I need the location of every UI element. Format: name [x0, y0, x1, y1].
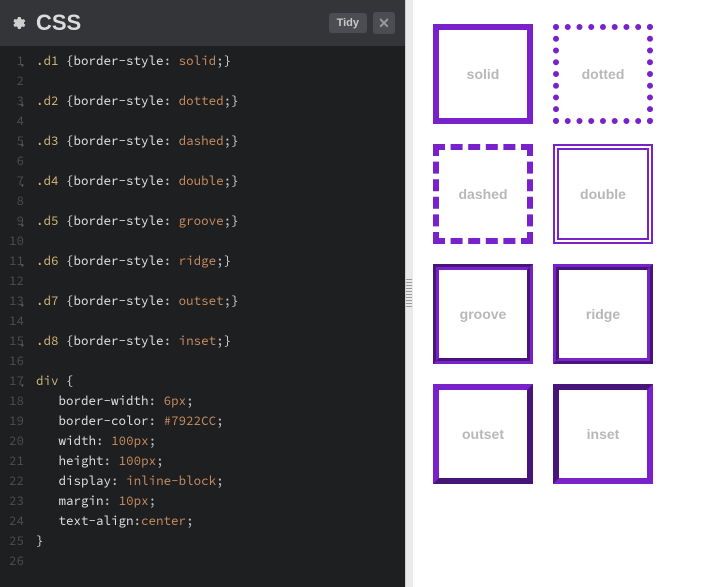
preview-box-inset: inset: [553, 384, 653, 484]
close-button[interactable]: ✕: [373, 12, 395, 34]
preview-box-dashed: dashed: [433, 144, 533, 244]
pane-divider-grip[interactable]: [406, 279, 412, 309]
editor-header: CSS Tidy ✕: [0, 0, 405, 46]
preview-inner: soliddotteddasheddoublegrooveridgeoutset…: [423, 14, 700, 494]
line-number-gutter: 1▾23▾45▾67▾89▾1011▾1213▾1415▾1617▾181920…: [0, 46, 30, 587]
preview-pane: soliddotteddasheddoublegrooveridgeoutset…: [413, 0, 710, 587]
preview-box-double: double: [553, 144, 653, 244]
preview-box-solid: solid: [433, 24, 533, 124]
preview-box-groove: groove: [433, 264, 533, 364]
code-content[interactable]: .d1 {border-style: solid;} .d2 {border-s…: [30, 46, 405, 587]
tidy-button[interactable]: Tidy: [329, 13, 367, 33]
panel-title: CSS: [36, 10, 329, 36]
preview-box-outset: outset: [433, 384, 533, 484]
gear-icon[interactable]: [10, 15, 26, 31]
css-editor-pane: CSS Tidy ✕ 1▾23▾45▾67▾89▾1011▾1213▾1415▾…: [0, 0, 405, 587]
preview-box-dotted: dotted: [553, 24, 653, 124]
code-editor[interactable]: 1▾23▾45▾67▾89▾1011▾1213▾1415▾1617▾181920…: [0, 46, 405, 587]
pane-divider[interactable]: [405, 0, 413, 587]
preview-box-ridge: ridge: [553, 264, 653, 364]
